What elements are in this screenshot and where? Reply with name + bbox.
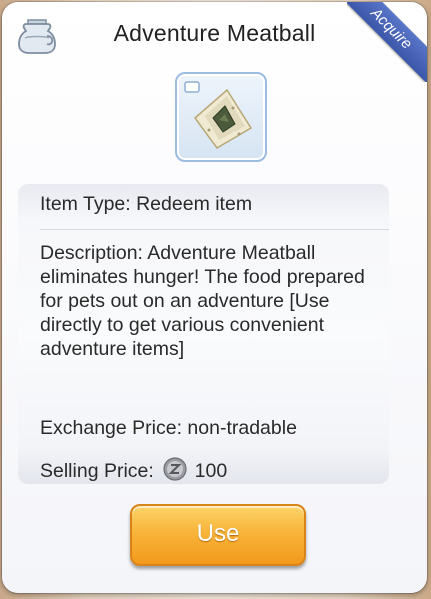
selling-price-value: 100 — [194, 460, 228, 482]
info-divider — [40, 229, 389, 230]
use-button[interactable]: Use — [130, 504, 306, 566]
acquire-label[interactable]: Acquire — [347, 2, 427, 82]
jar-icon — [16, 14, 58, 56]
item-info-panel: Item Type: Redeem item Description: Adve… — [18, 184, 389, 484]
item-icon-frame — [175, 72, 267, 162]
acquire-ribbon[interactable]: Acquire — [347, 2, 427, 82]
selling-price-row: Selling Price: 100 — [40, 457, 227, 483]
exchange-price-text: Exchange Price: non-tradable — [40, 417, 297, 439]
item-detail-dialog: Adventure Meatball Acquire Item Type: Re… — [2, 2, 427, 593]
description-text: Description: Adventure Meatball eliminat… — [40, 242, 365, 360]
zeny-coin-icon — [163, 457, 187, 481]
item-type-text: Item Type: Redeem item — [40, 193, 253, 215]
meatball-icon — [184, 81, 253, 149]
dialog-title: Adventure Meatball — [113, 20, 316, 46]
use-button-label[interactable]: Use — [132, 506, 304, 562]
selling-price-label: Selling Price: — [40, 460, 154, 482]
